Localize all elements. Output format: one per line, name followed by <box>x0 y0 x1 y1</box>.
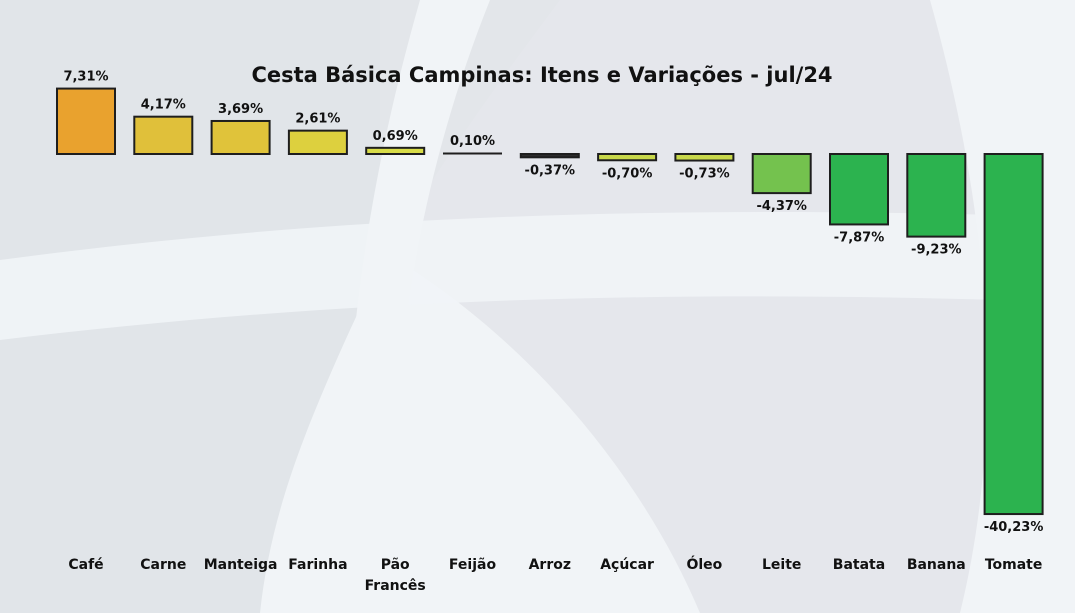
bar-farinha <box>287 129 348 156</box>
x-tick-label: Farinha <box>288 557 347 573</box>
data-label: -40,23% <box>984 520 1044 535</box>
x-tick-label: Francês <box>365 578 426 594</box>
bar-açúcar <box>597 153 658 162</box>
x-tick-label: Café <box>68 557 103 573</box>
x-tick-label: Arroz <box>529 557 571 573</box>
data-label: -0,73% <box>679 167 730 182</box>
data-label: -7,87% <box>834 230 885 245</box>
data-label: 7,31% <box>63 70 108 85</box>
x-tick-label: Tomate <box>985 557 1043 573</box>
data-label: 3,69% <box>218 102 263 117</box>
bar-arroz <box>519 153 580 159</box>
data-label: 0,69% <box>373 129 418 144</box>
bar-feijão <box>443 152 502 155</box>
data-label: -9,23% <box>911 243 962 258</box>
bar-manteiga <box>210 119 271 156</box>
data-label: 4,17% <box>141 98 186 113</box>
x-tick-label: Leite <box>762 557 801 573</box>
chart-title: Cesta Básica Campinas: Itens e Variações… <box>251 63 832 87</box>
data-label: -0,37% <box>525 163 576 178</box>
x-tick-label: Açúcar <box>600 557 654 573</box>
bar-chart: Cesta Básica Campinas: Itens e Variações… <box>56 63 1044 594</box>
bar-óleo <box>674 153 735 162</box>
bar-café <box>56 87 116 155</box>
bar-carne <box>133 115 194 155</box>
bars-group <box>56 87 1044 516</box>
x-tick-label: Manteiga <box>204 557 278 573</box>
bar-batata <box>829 153 889 226</box>
bar-leite <box>751 153 812 195</box>
bar-tomate <box>983 153 1044 516</box>
data-label: 0,10% <box>450 134 495 149</box>
x-tick-label: Carne <box>140 557 186 573</box>
x-tick-label: Óleo <box>686 555 722 573</box>
data-label: 2,61% <box>295 112 340 127</box>
bar-banana <box>906 153 967 238</box>
x-tick-label: Banana <box>907 557 966 573</box>
data-labels-group: 7,31% 4,17% 3,69% 2,61% 0,69% 0,10% -0,37% -0,7… <box>63 70 1043 535</box>
bar-pão-francês <box>365 146 426 155</box>
x-tick-label: Feijão <box>449 557 497 573</box>
x-tick-label: Pão <box>381 557 410 573</box>
chart-stage: Cesta Básica Campinas: Itens e Variações… <box>0 0 1075 613</box>
data-label: -4,37% <box>756 199 807 214</box>
x-tick-label: Batata <box>833 557 885 573</box>
x-axis-labels: Café Carne Manteiga Farinha Pão Francês Feijão… <box>68 555 1042 594</box>
data-label: -0,70% <box>602 166 653 181</box>
